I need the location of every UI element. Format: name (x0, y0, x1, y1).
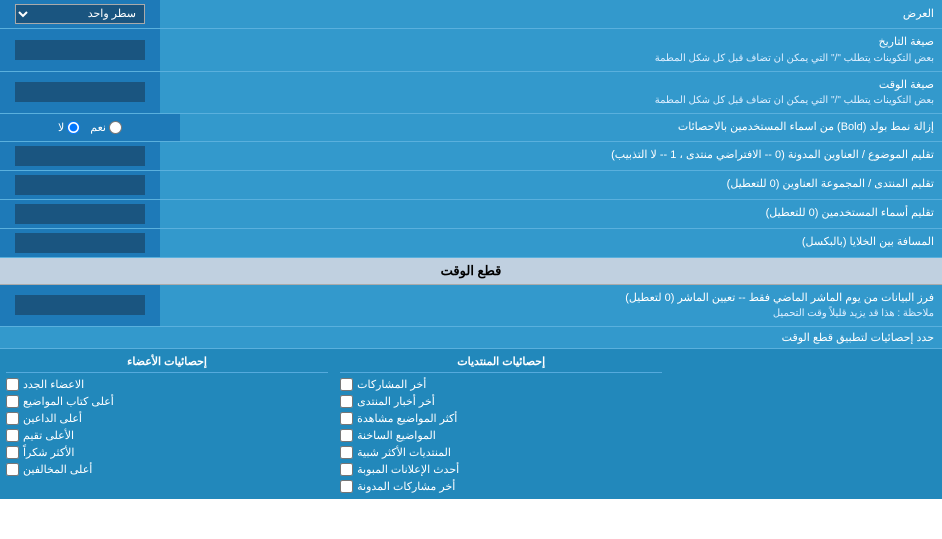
cb-blog-posts-check[interactable] (340, 480, 353, 493)
topic-titles-row: تقليم الموضوع / العناوين المدونة (0 -- ا… (0, 142, 942, 171)
cb-most-similar: المنتديات الأكثر شبية (340, 444, 662, 461)
cb-top-inviters: أعلى الداعين (6, 410, 328, 427)
display-row: العرض سطر واحد سطرين ثلاثة أسطر (0, 0, 942, 29)
display-select[interactable]: سطر واحد سطرين ثلاثة أسطر (15, 4, 145, 24)
cb-hot-check[interactable] (340, 429, 353, 442)
cb-new-members-check[interactable] (6, 378, 19, 391)
time-format-row: صيغة الوقت بعض التكوينات يتطلب "/" التي … (0, 72, 942, 115)
display-label: العرض (160, 0, 942, 28)
cb-top-violators-check[interactable] (6, 463, 19, 476)
bold-remove-radio-cell: نعم لا (0, 114, 180, 141)
forum-titles-input[interactable]: 33 (15, 175, 145, 195)
usernames-input[interactable]: 0 (15, 204, 145, 224)
cb-top-inviters-check[interactable] (6, 412, 19, 425)
forum-titles-row: تقليم المنتدى / المجموعة العناوين (0 للت… (0, 171, 942, 200)
cutoff-input[interactable]: 0 (15, 295, 145, 315)
date-format-row: صيغة التاريخ بعض التكوينات يتطلب "/" الت… (0, 29, 942, 72)
cell-padding-input[interactable]: 2 (15, 233, 145, 253)
cb-classifieds: أحدث الإعلانات المبوبة (340, 461, 662, 478)
forum-titles-input-cell: 33 (0, 171, 160, 199)
cb-new-members: الاعضاء الجدد (6, 376, 328, 393)
cb-most-similar-check[interactable] (340, 446, 353, 459)
cb-most-viewed: أكثر المواضيع مشاهدة (340, 410, 662, 427)
cutoff-section-title: قطع الوقت (0, 258, 942, 285)
display-input-cell: سطر واحد سطرين ثلاثة أسطر (0, 0, 160, 28)
cell-padding-label: المسافة بين الخلايا (بالبكسل) (160, 229, 942, 257)
cb-most-viewed-check[interactable] (340, 412, 353, 425)
bold-no-label[interactable]: لا (58, 121, 80, 134)
stats-members-col: إحصائيات الأعضاء الاعضاء الجدد أعلى كتاب… (0, 349, 334, 499)
cb-top-violators: أعلى المخالفين (6, 461, 328, 478)
stats-forums-col: إحصائيات المنتديات أخر المشاركات أخر أخب… (334, 349, 668, 499)
cb-most-thanks: الأكثر شكراً (6, 444, 328, 461)
bold-yes-label[interactable]: نعم (90, 121, 122, 134)
time-format-input-cell: H:i (0, 72, 160, 114)
usernames-row: تقليم أسماء المستخدمين (0 للتعطيل) 0 (0, 200, 942, 229)
date-format-input[interactable]: d-m (15, 40, 145, 60)
usernames-label: تقليم أسماء المستخدمين (0 للتعطيل) (160, 200, 942, 228)
cutoff-row: فرز البيانات من يوم الماشر الماضي فقط --… (0, 285, 942, 328)
date-format-label: صيغة التاريخ بعض التكوينات يتطلب "/" الت… (160, 29, 942, 71)
cell-padding-row: المسافة بين الخلايا (بالبكسل) 2 (0, 229, 942, 258)
cb-blog-posts: أخر مشاركات المدونة (340, 478, 662, 495)
topic-titles-input[interactable]: 33 (15, 146, 145, 166)
main-container: العرض سطر واحد سطرين ثلاثة أسطر صيغة الت… (0, 0, 942, 499)
cb-most-thanks-check[interactable] (6, 446, 19, 459)
stats-right-label-col (668, 349, 942, 499)
cb-top-rated: الأعلى تقيم (6, 427, 328, 444)
stats-members-title: إحصائيات الأعضاء (6, 353, 328, 373)
stats-forums-title: إحصائيات المنتديات (340, 353, 662, 373)
bold-yes-radio[interactable] (109, 121, 122, 134)
topic-titles-label: تقليم الموضوع / العناوين المدونة (0 -- ا… (160, 142, 942, 170)
cb-posts-check[interactable] (340, 378, 353, 391)
cb-top-writers: أعلى كتاب المواضيع (6, 393, 328, 410)
date-format-input-cell: d-m (0, 29, 160, 71)
cutoff-input-cell: 0 (0, 285, 160, 327)
time-format-label: صيغة الوقت بعض التكوينات يتطلب "/" التي … (160, 72, 942, 114)
time-format-input[interactable]: H:i (15, 82, 145, 102)
cb-news-check[interactable] (340, 395, 353, 408)
cb-classifieds-check[interactable] (340, 463, 353, 476)
cb-posts: أخر المشاركات (340, 376, 662, 393)
forum-titles-label: تقليم المنتدى / المجموعة العناوين (0 للت… (160, 171, 942, 199)
bold-no-radio[interactable] (67, 121, 80, 134)
cb-top-rated-check[interactable] (6, 429, 19, 442)
topic-titles-input-cell: 33 (0, 142, 160, 170)
cb-hot: المواضيع الساخنة (340, 427, 662, 444)
bold-remove-row: إزالة نمط بولد (Bold) من اسماء المستخدمي… (0, 114, 942, 142)
bold-remove-label: إزالة نمط بولد (Bold) من اسماء المستخدمي… (180, 114, 942, 141)
usernames-input-cell: 0 (0, 200, 160, 228)
limit-label-row: حدد إحصائيات لتطبيق قطع الوقت (0, 327, 942, 349)
cell-padding-input-cell: 2 (0, 229, 160, 257)
cb-top-writers-check[interactable] (6, 395, 19, 408)
cutoff-label: فرز البيانات من يوم الماشر الماضي فقط --… (160, 285, 942, 327)
cb-news: أخر أخبار المنتدى (340, 393, 662, 410)
stats-area: إحصائيات المنتديات أخر المشاركات أخر أخب… (0, 349, 942, 499)
